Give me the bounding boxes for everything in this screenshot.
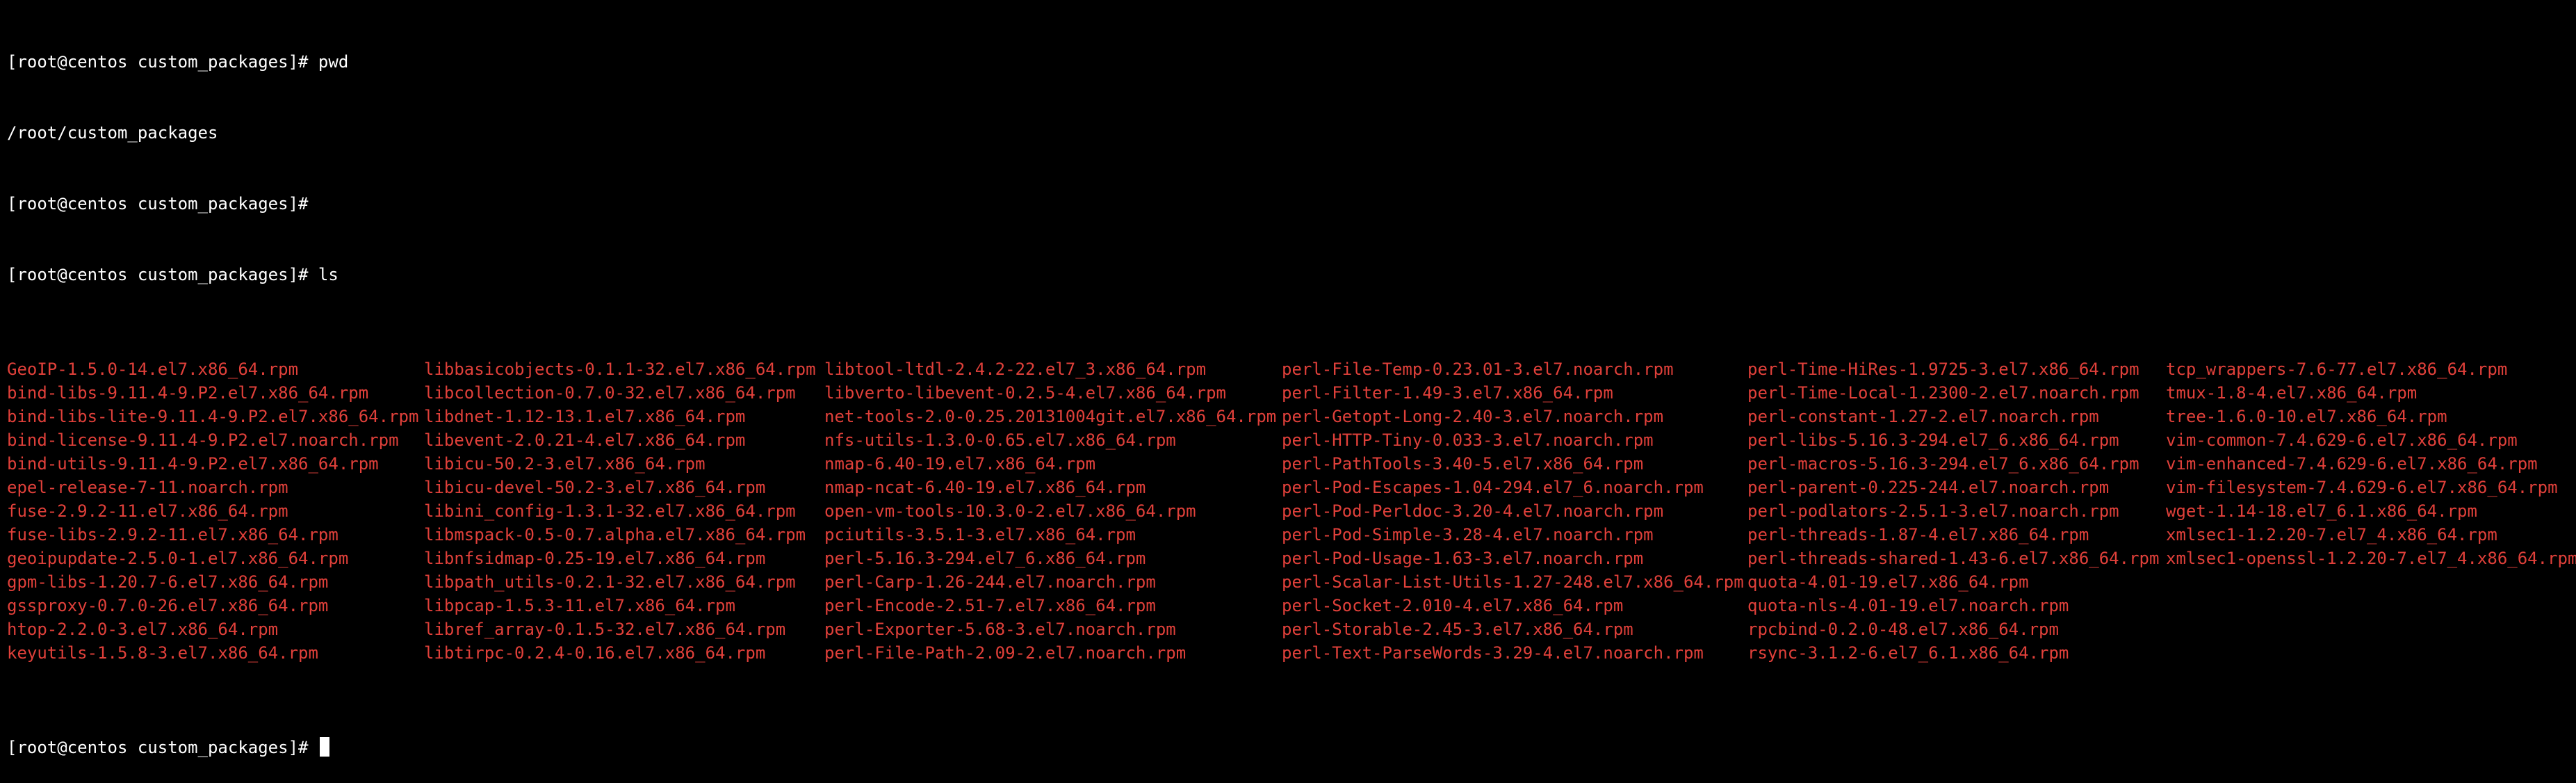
rpm-file-entry: libpath_utils-0.2.1-32.el7.x86_64.rpm: [424, 572, 796, 592]
rpm-file-entry: gssproxy-0.7.0-26.el7.x86_64.rpm: [7, 596, 329, 615]
rpm-file-entry: vim-enhanced-7.4.629-6.el7.x86_64.rpm: [2166, 454, 2538, 474]
rpm-file-entry: perl-HTTP-Tiny-0.033-3.el7.noarch.rpm: [1282, 430, 1654, 450]
empty-command-line: [root@centos custom_packages]#: [7, 194, 309, 213]
rpm-file-entry: perl-macros-5.16.3-294.el7_6.x86_64.rpm: [1747, 454, 2139, 474]
rpm-file-entry: perl-Pod-Usage-1.63-3.el7.noarch.rpm: [1282, 549, 1644, 568]
rpm-file-entry: tcp_wrappers-7.6-77.el7.x86_64.rpm: [2166, 360, 2508, 379]
prompt-text: [root@centos custom_packages]#: [7, 738, 318, 757]
rpm-file-entry: tmux-1.8-4.el7.x86_64.rpm: [2166, 383, 2418, 403]
rpm-file-entry: xmlsec1-openssl-1.2.20-7.el7_4.x86_64.rp…: [2166, 549, 2576, 568]
rpm-file-entry: libtirpc-0.2.4-0.16.el7.x86_64.rpm: [424, 643, 766, 663]
ls-column-1: GeoIP-1.5.0-14.el7.x86_64.rpm bind-libs-9…: [7, 357, 418, 665]
rpm-file-entry: net-tools-2.0-0.25.20131004git.el7.x86_6…: [824, 407, 1277, 426]
rpm-file-entry: perl-Pod-Escapes-1.04-294.el7_6.noarch.r…: [1282, 478, 1704, 497]
rpm-file-entry: perl-PathTools-3.40-5.el7.x86_64.rpm: [1282, 454, 1644, 474]
rpm-file-entry: libcollection-0.7.0-32.el7.x86_64.rpm: [424, 383, 796, 403]
rpm-file-entry: fuse-libs-2.9.2-11.el7.x86_64.rpm: [7, 525, 339, 544]
rpm-file-entry: libicu-devel-50.2-3.el7.x86_64.rpm: [424, 478, 766, 497]
rpm-file-entry: quota-nls-4.01-19.el7.noarch.rpm: [1747, 596, 2069, 615]
rpm-file-entry: libverto-libevent-0.2.5-4.el7.x86_64.rpm: [824, 383, 1226, 403]
rpm-file-entry: perl-5.16.3-294.el7_6.x86_64.rpm: [824, 549, 1146, 568]
rpm-file-entry: gpm-libs-1.20.7-6.el7.x86_64.rpm: [7, 572, 329, 592]
rpm-file-entry: GeoIP-1.5.0-14.el7.x86_64.rpm: [7, 360, 299, 379]
rpm-file-entry: wget-1.14-18.el7_6.1.x86_64.rpm: [2166, 501, 2477, 521]
rpm-file-entry: libpcap-1.5.3-11.el7.x86_64.rpm: [424, 596, 735, 615]
rpm-file-entry: perl-Carp-1.26-244.el7.noarch.rpm: [824, 572, 1156, 592]
command-line-pwd: [root@centos custom_packages]# pwd: [7, 52, 349, 72]
terminal-window[interactable]: [root@centos custom_packages]# pwd /root…: [0, 0, 2576, 757]
rpm-file-entry: vim-filesystem-7.4.629-6.el7.x86_64.rpm: [2166, 478, 2558, 497]
rpm-file-entry: libtool-ltdl-2.4.2-22.el7_3.x86_64.rpm: [824, 360, 1207, 379]
rpm-file-entry: libevent-2.0.21-4.el7.x86_64.rpm: [424, 430, 746, 450]
ls-column-3: libtool-ltdl-2.4.2-22.el7_3.x86_64.rpmli…: [824, 357, 1276, 665]
rpm-file-entry: libini_config-1.3.1-32.el7.x86_64.rpm: [424, 501, 796, 521]
rpm-file-entry: quota-4.01-19.el7.x86_64.rpm: [1747, 572, 2029, 592]
ls-column-4: perl-File-Temp-0.23.01-3.el7.noarch.rpm p…: [1282, 357, 1744, 665]
rpm-file-entry: xmlsec1-1.2.20-7.el7_4.x86_64.rpm: [2166, 525, 2497, 544]
rpm-file-entry: perl-Pod-Simple-3.28-4.el7.noarch.rpm: [1282, 525, 1654, 544]
rpm-file-entry: keyutils-1.5.8-3.el7.x86_64.rpm: [7, 643, 318, 663]
rpm-file-entry: perl-threads-1.87-4.el7.x86_64.rpm: [1747, 525, 2089, 544]
rpm-file-entry: perl-parent-0.225-244.el7.noarch.rpm: [1747, 478, 2110, 497]
rpm-file-entry: libbasicobjects-0.1.1-32.el7.x86_64.rpm: [424, 360, 816, 379]
rpm-file-entry: perl-Socket-2.010-4.el7.x86_64.rpm: [1282, 596, 1624, 615]
rpm-file-entry: rpcbind-0.2.0-48.el7.x86_64.rpm: [1747, 620, 2059, 639]
rpm-file-entry: perl-libs-5.16.3-294.el7_6.x86_64.rpm: [1747, 430, 2119, 450]
rpm-file-entry: bind-libs-lite-9.11.4-9.P2.el7.x86_64.rp…: [7, 407, 419, 426]
command-line-ls: [root@centos custom_packages]# ls: [7, 265, 339, 284]
rpm-file-entry: libicu-50.2-3.el7.x86_64.rpm: [424, 454, 706, 474]
rpm-file-entry: bind-libs-9.11.4-9.P2.el7.x86_64.rpm: [7, 383, 369, 403]
rpm-file-entry: nfs-utils-1.3.0-0.65.el7.x86_64.rpm: [824, 430, 1176, 450]
rpm-file-entry: tree-1.6.0-10.el7.x86_64.rpm: [2166, 407, 2447, 426]
rpm-file-entry: perl-Encode-2.51-7.el7.x86_64.rpm: [824, 596, 1156, 615]
rpm-file-entry: geoipupdate-2.5.0-1.el7.x86_64.rpm: [7, 549, 349, 568]
rpm-file-entry: libref_array-0.1.5-32.el7.x86_64.rpm: [424, 620, 786, 639]
current-prompt-line[interactable]: [root@centos custom_packages]#: [7, 736, 2569, 759]
rpm-file-entry: bind-utils-9.11.4-9.P2.el7.x86_64.rpm: [7, 454, 379, 474]
rpm-file-entry: perl-Pod-Perldoc-3.20-4.el7.noarch.rpm: [1282, 501, 1664, 521]
rpm-file-entry: bind-license-9.11.4-9.P2.el7.noarch.rpm: [7, 430, 399, 450]
rpm-file-entry: perl-constant-1.27-2.el7.noarch.rpm: [1747, 407, 2099, 426]
rpm-file-entry: perl-Text-ParseWords-3.29-4.el7.noarch.r…: [1282, 643, 1704, 663]
rpm-file-entry: perl-Storable-2.45-3.el7.x86_64.rpm: [1282, 620, 1633, 639]
ls-column-6: tcp_wrappers-7.6-77.el7.x86_64.rpm tmux-1…: [2166, 357, 2576, 570]
text-cursor: [319, 737, 329, 757]
rpm-file-entry: perl-File-Temp-0.23.01-3.el7.noarch.rpm: [1282, 360, 1674, 379]
rpm-file-entry: libnfsidmap-0.25-19.el7.x86_64.rpm: [424, 549, 766, 568]
rpm-file-entry: perl-File-Path-2.09-2.el7.noarch.rpm: [824, 643, 1187, 663]
pwd-output: /root/custom_packages: [7, 123, 218, 143]
rpm-file-entry: libdnet-1.12-13.1.el7.x86_64.rpm: [424, 407, 746, 426]
rpm-file-entry: rsync-3.1.2-6.el7_6.1.x86_64.rpm: [1747, 643, 2069, 663]
rpm-file-entry: vim-common-7.4.629-6.el7.x86_64.rpm: [2166, 430, 2518, 450]
rpm-file-entry: pciutils-3.5.1-3.el7.x86_64.rpm: [824, 525, 1136, 544]
rpm-file-entry: open-vm-tools-10.3.0-2.el7.x86_64.rpm: [824, 501, 1196, 521]
rpm-file-entry: nmap-6.40-19.el7.x86_64.rpm: [824, 454, 1096, 474]
rpm-file-entry: perl-podlators-2.5.1-3.el7.noarch.rpm: [1747, 501, 2119, 521]
rpm-file-entry: epel-release-7-11.noarch.rpm: [7, 478, 288, 497]
ls-output: GeoIP-1.5.0-14.el7.x86_64.rpm bind-libs-9…: [7, 357, 2576, 665]
rpm-file-entry: perl-Time-HiRes-1.9725-3.el7.x86_64.rpm: [1747, 360, 2139, 379]
rpm-file-entry: perl-Getopt-Long-2.40-3.el7.noarch.rpm: [1282, 407, 1664, 426]
rpm-file-entry: libmspack-0.5-0.7.alpha.el7.x86_64.rpm: [424, 525, 806, 544]
ls-column-5: perl-Time-HiRes-1.9725-3.el7.x86_64.rpmp…: [1747, 357, 2159, 665]
rpm-file-entry: perl-Time-Local-1.2300-2.el7.noarch.rpm: [1747, 383, 2139, 403]
rpm-file-entry: perl-Filter-1.49-3.el7.x86_64.rpm: [1282, 383, 1613, 403]
rpm-file-entry: perl-Exporter-5.68-3.el7.noarch.rpm: [824, 620, 1176, 639]
rpm-file-entry: perl-Scalar-List-Utils-1.27-248.el7.x86_…: [1282, 572, 1744, 592]
rpm-file-entry: nmap-ncat-6.40-19.el7.x86_64.rpm: [824, 478, 1146, 497]
rpm-file-entry: fuse-2.9.2-11.el7.x86_64.rpm: [7, 501, 288, 521]
rpm-file-entry: perl-threads-shared-1.43-6.el7.x86_64.rp…: [1747, 549, 2160, 568]
ls-column-2: libbasicobjects-0.1.1-32.el7.x86_64.rpml…: [424, 357, 816, 665]
rpm-file-entry: htop-2.2.0-3.el7.x86_64.rpm: [7, 620, 279, 639]
